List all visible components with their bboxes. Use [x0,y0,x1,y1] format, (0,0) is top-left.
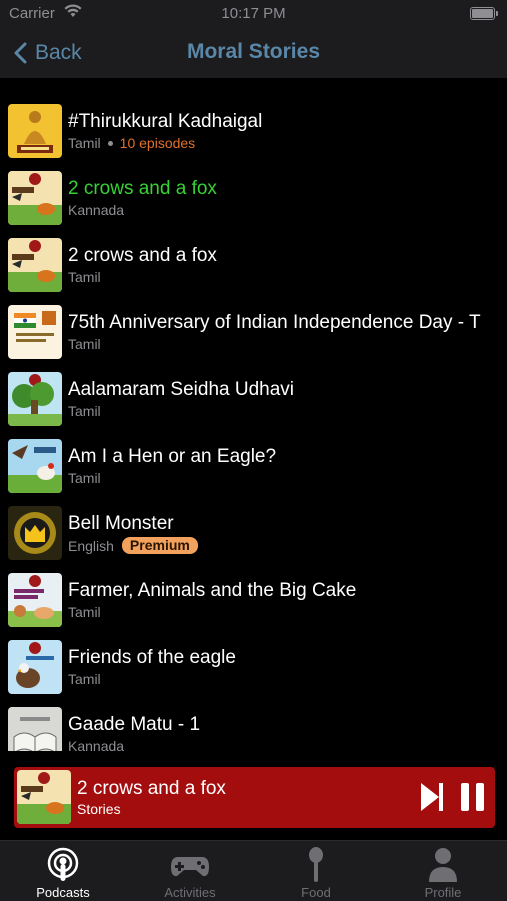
crown-art [8,506,62,560]
story-meta: Kannada [68,202,124,218]
farmer-art [8,573,62,627]
crows-fox-art [8,171,62,225]
thirukkural-art [8,104,62,158]
tab-food[interactable]: Food [253,841,379,901]
story-language: Tamil [68,604,101,620]
story-row[interactable]: Farmer, Animals and the Big Cake Tamil [0,570,507,637]
story-row[interactable]: #Thirukkural Kadhaigal Tamil 10 episodes [0,101,507,168]
tab-profile[interactable]: Profile [380,841,506,901]
story-language: Tamil [68,135,101,151]
tree-art [8,372,62,426]
tab-label: Food [301,885,331,900]
tab-label: Profile [424,885,462,900]
gamepad-icon [171,857,209,877]
chevron-left-icon [14,42,27,64]
pause-icon[interactable] [459,783,487,811]
story-row[interactable]: Bell Monster English Premium [0,503,507,570]
crows-fox-art [17,770,71,824]
status-bar: Carrier 10:17 PM [0,0,507,28]
story-title: Friends of the eagle [68,647,236,668]
back-button[interactable]: Back [14,38,82,68]
story-meta: Tamil [68,671,101,687]
story-row[interactable]: Friends of the eagle Tamil [0,637,507,704]
story-title: Bell Monster [68,513,174,534]
story-meta: Tamil [68,269,101,285]
person-icon [429,848,457,882]
skip-next-icon[interactable] [419,781,445,813]
story-title: Farmer, Animals and the Big Cake [68,580,357,601]
story-meta: Tamil 10 episodes [68,135,195,151]
story-meta: Tamil [68,403,101,419]
story-meta: Kannada [68,738,124,751]
tab-podcasts[interactable]: Podcasts [0,841,126,901]
tab-label: Activities [164,885,216,900]
podcast-icon [47,847,79,881]
story-title: #Thirukkural Kadhaigal [68,111,263,132]
story-title: Gaade Matu - 1 [68,714,201,735]
navigation-bar: Back Moral Stories [0,28,507,78]
story-row[interactable]: 75th Anniversary of Indian Independence … [0,302,507,369]
story-row[interactable]: 2 crows and a fox Kannada [0,168,507,235]
tab-label: Podcasts [36,885,90,900]
story-title: 2 crows and a fox [68,178,217,199]
story-row[interactable]: Aalamaram Seidha Udhavi Tamil [0,369,507,436]
story-language: Tamil [68,470,101,486]
story-language: Kannada [68,202,125,218]
story-language: Tamil [68,336,101,352]
story-language: Tamil [68,671,101,687]
story-meta: English Premium [68,537,198,554]
hen-eagle-art [8,439,62,493]
eagle-art [8,640,62,694]
story-title: Aalamaram Seidha Udhavi [68,379,295,400]
independence-art [8,305,62,359]
story-row[interactable]: Gaade Matu - 1 Kannada [0,704,507,751]
premium-badge: Premium [121,537,198,554]
tab-bar: Podcasts Activities Food Profile [0,840,507,901]
now-playing-title: 2 crows and a fox [77,778,226,799]
crows-fox-art [8,238,62,292]
back-label: Back [35,41,82,64]
battery-icon [470,7,498,20]
story-language: Kannada [68,738,125,751]
story-meta: Tamil [68,604,101,620]
tab-activities[interactable]: Activities [127,841,253,901]
story-row[interactable]: 2 crows and a fox Tamil [0,235,507,302]
story-title: 2 crows and a fox [68,245,217,266]
story-list[interactable]: #Thirukkural Kadhaigal Tamil 10 episodes… [0,101,507,751]
story-meta: Tamil [68,336,101,352]
spoon-icon [309,847,323,882]
story-language: Tamil [68,403,101,419]
clock: 10:17 PM [221,5,286,22]
separator-dot [107,140,113,146]
story-language: English [68,537,114,554]
episode-count: 10 episodes [119,135,196,151]
story-row[interactable]: Am I a Hen or an Eagle? Tamil [0,436,507,503]
story-language: Tamil [68,269,101,285]
book-art [8,707,62,751]
now-playing-subtitle: Stories [77,801,121,817]
mini-player[interactable]: 2 crows and a fox Stories [14,767,495,828]
story-title: Am I a Hen or an Eagle? [68,446,277,467]
story-title: 75th Anniversary of Indian Independence … [68,312,481,333]
story-meta: Tamil [68,470,101,486]
